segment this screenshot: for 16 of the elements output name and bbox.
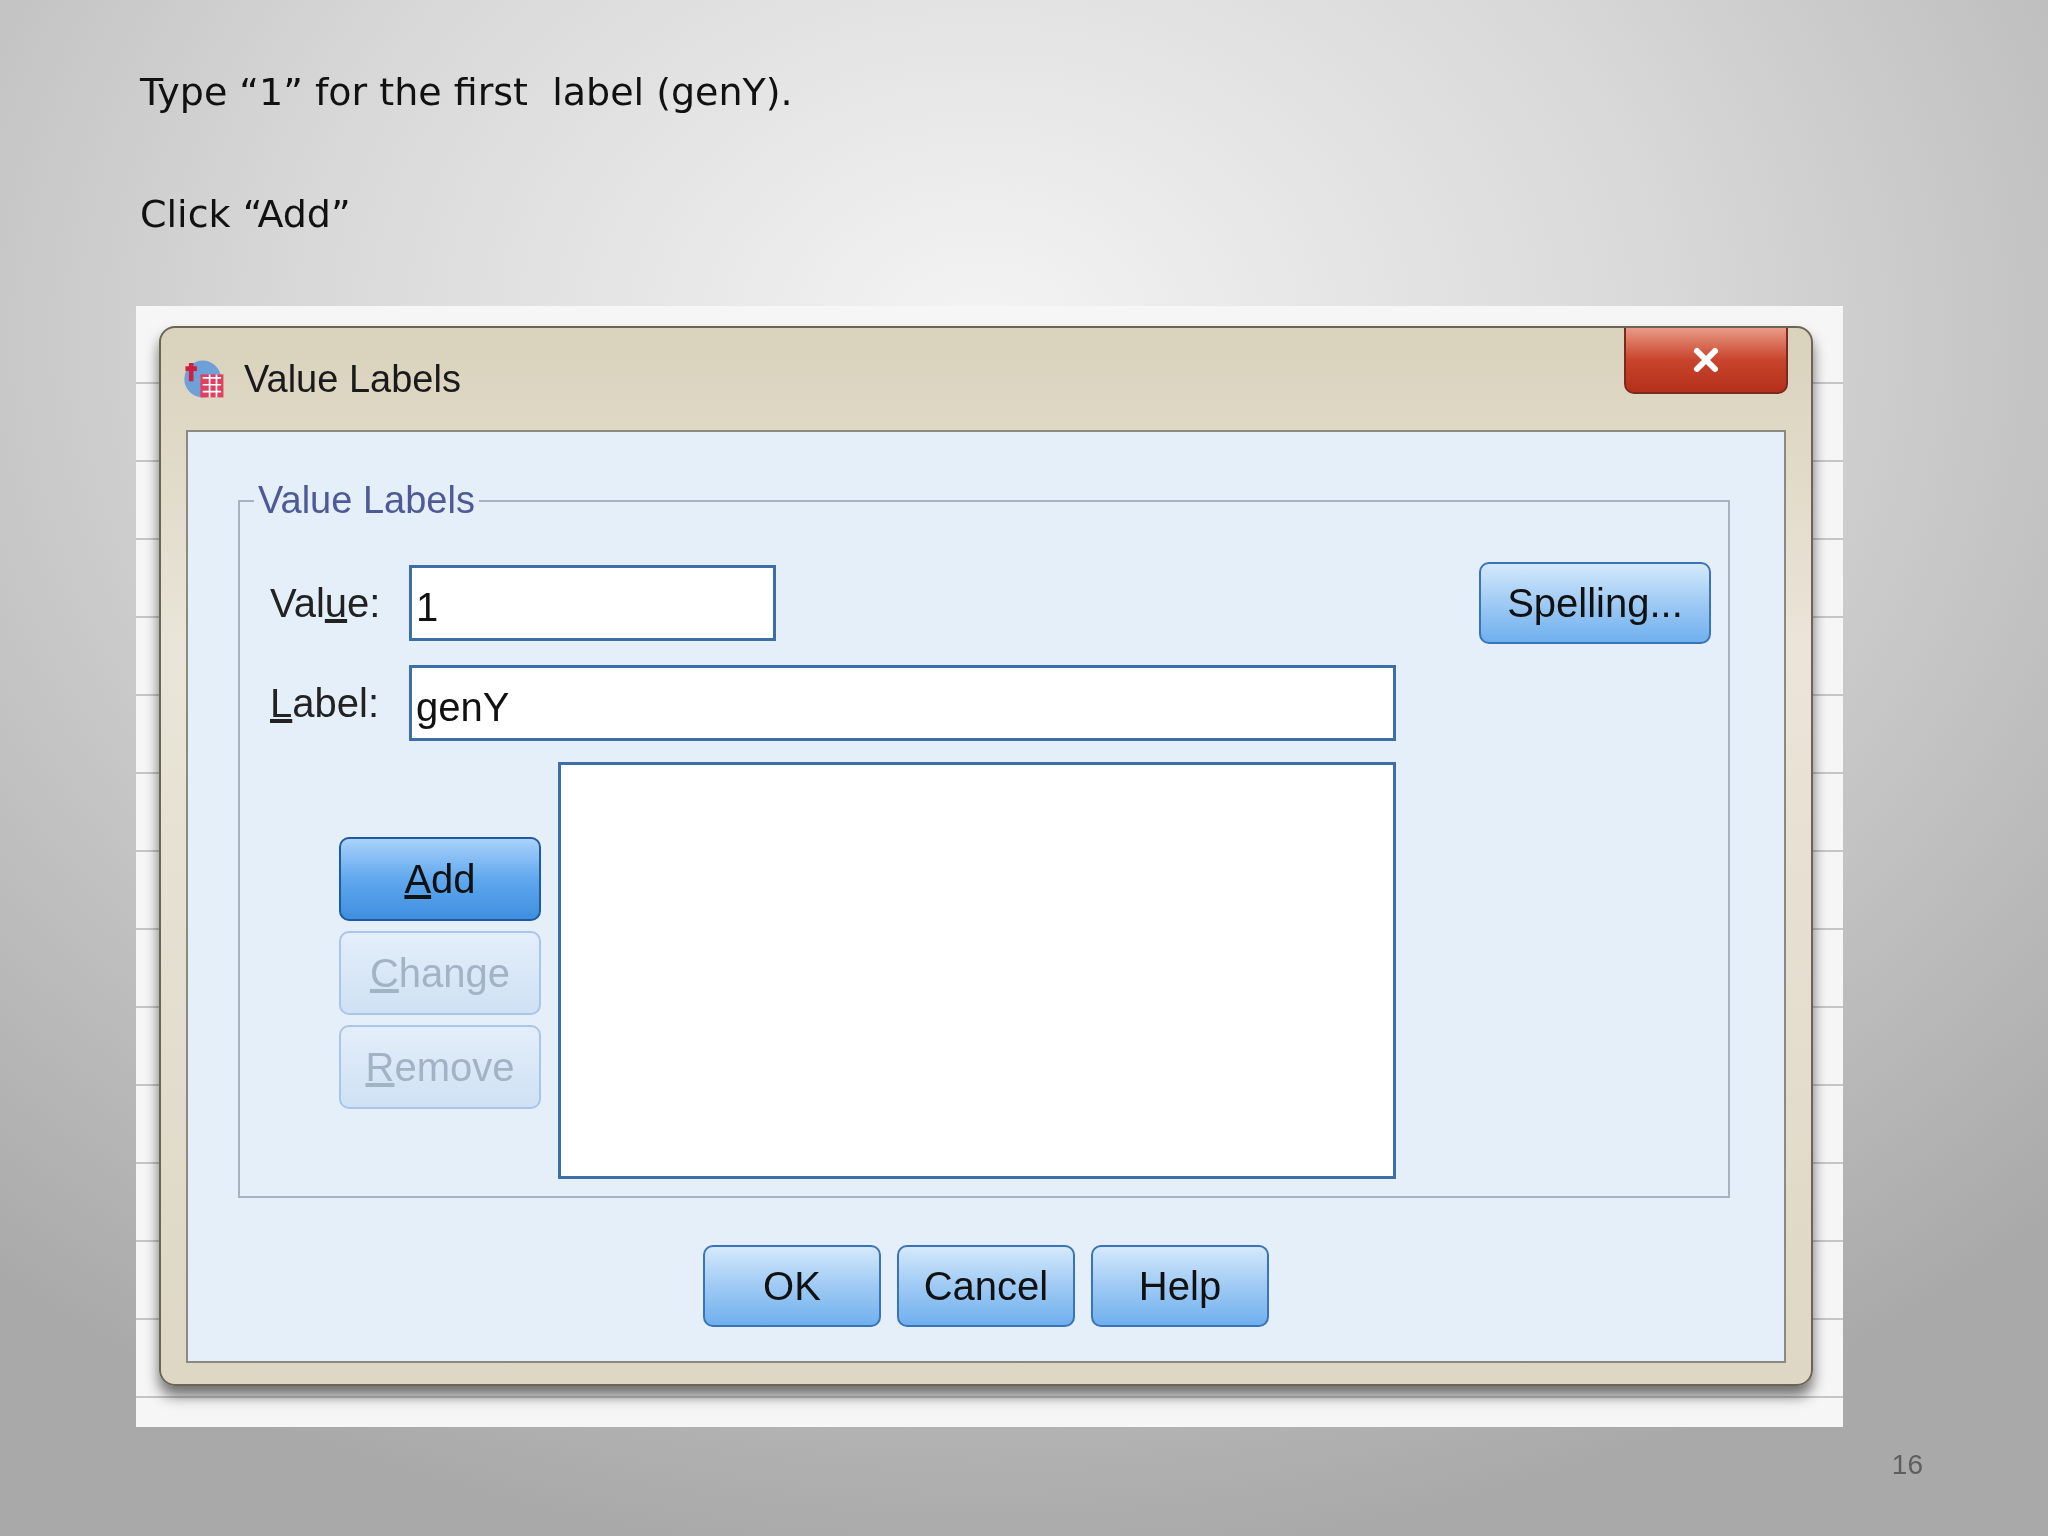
dialog-button[interactable]: Cancel (897, 1245, 1075, 1327)
dialog-button[interactable]: Help (1091, 1245, 1269, 1327)
text-field[interactable]: genY (409, 665, 1396, 741)
spelling-button[interactable]: Spelling... (1479, 562, 1711, 644)
page-number: 16 (1891, 1449, 1923, 1481)
text-field[interactable]: 1 (409, 565, 776, 641)
field-label: Value: (270, 580, 382, 626)
close-button[interactable] (1624, 328, 1788, 394)
instruction-text: Click “Add” (140, 191, 352, 238)
field-label: Label: (270, 680, 380, 726)
dialog-button[interactable]: OK (703, 1245, 881, 1327)
window-title: Value Labels (244, 357, 461, 401)
dialog-button[interactable]: Add (339, 837, 541, 921)
label-list[interactable] (558, 762, 1396, 1179)
instruction-text: Type “1” for the first label (genY). (140, 69, 794, 116)
close-icon (1691, 345, 1721, 375)
